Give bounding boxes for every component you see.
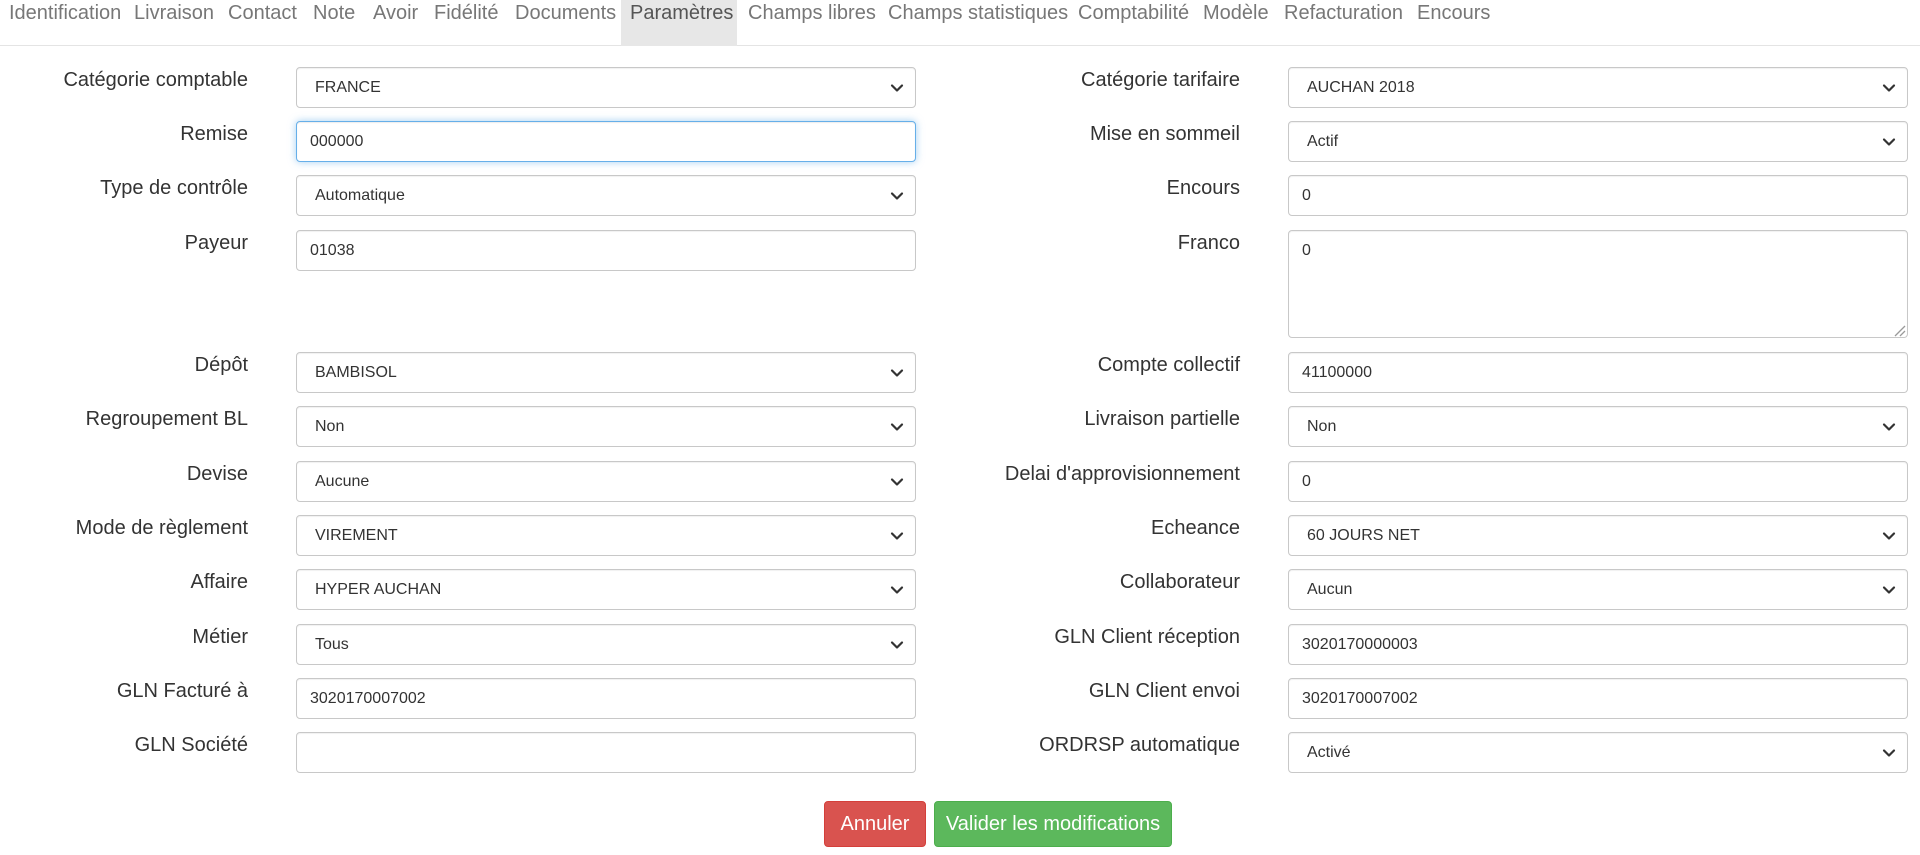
tab-modele[interactable]: Modèle	[1194, 0, 1278, 46]
label-delai-appro: Delai d'approvisionnement	[1004, 463, 1240, 485]
devise-value: Aucune	[315, 473, 370, 490]
chevron-down-icon	[889, 474, 905, 490]
categorie-tarifaire-select[interactable]: AUCHAN 2018	[1288, 67, 1908, 108]
ordrsp-auto-select[interactable]: Activé	[1288, 732, 1908, 773]
echeance-value: 60 JOURS NET	[1307, 527, 1420, 544]
payeur-input[interactable]	[296, 230, 916, 271]
label-gln-facture: GLN Facturé à	[116, 680, 248, 702]
remise-input[interactable]	[296, 121, 916, 162]
chevron-down-icon	[889, 80, 905, 96]
chevron-down-icon	[1881, 582, 1897, 598]
depot-select[interactable]: BAMBISOL	[296, 352, 916, 393]
gln-client-envoi-input[interactable]	[1288, 678, 1908, 719]
chevron-down-icon	[889, 188, 905, 204]
label-collaborateur: Collaborateur	[1119, 571, 1240, 593]
label-categorie-comptable: Catégorie comptable	[63, 69, 248, 91]
tab-documents[interactable]: Documents	[506, 0, 625, 46]
label-type-controle: Type de contrôle	[100, 177, 248, 199]
label-ordrsp-auto: ORDRSP automatique	[1039, 734, 1240, 756]
label-encours: Encours	[1166, 177, 1240, 199]
chevron-down-icon	[889, 365, 905, 381]
label-devise: Devise	[186, 463, 248, 485]
metier-value: Tous	[315, 636, 349, 653]
affaire-value: HYPER AUCHAN	[315, 581, 442, 598]
type-controle-select[interactable]: Automatique	[296, 175, 916, 216]
label-gln-societe: GLN Société	[134, 734, 248, 756]
regroupement-bl-select[interactable]: Non	[296, 406, 916, 447]
tab-livraison[interactable]: Livraison	[125, 0, 223, 46]
tab-encours[interactable]: Encours	[1408, 0, 1499, 46]
label-categorie-tarifaire: Catégorie tarifaire	[1081, 69, 1240, 91]
metier-select[interactable]: Tous	[296, 624, 916, 665]
tab-refacturation[interactable]: Refacturation	[1275, 0, 1412, 46]
tab-champs-statistiques[interactable]: Champs statistiques	[879, 0, 1077, 46]
categorie-comptable-select[interactable]: FRANCE	[296, 67, 916, 108]
label-remise: Remise	[180, 123, 248, 145]
submit-button[interactable]: Valider les modifications	[934, 801, 1172, 847]
delai-appro-input[interactable]	[1288, 461, 1908, 502]
label-gln-client-reception: GLN Client réception	[1054, 626, 1240, 648]
label-mise-en-sommeil: Mise en sommeil	[1089, 123, 1240, 145]
tab-champs-libres[interactable]: Champs libres	[739, 0, 885, 46]
label-affaire: Affaire	[190, 571, 248, 593]
collaborateur-value: Aucun	[1307, 581, 1353, 598]
affaire-select[interactable]: HYPER AUCHAN	[296, 569, 916, 610]
categorie-comptable-value: FRANCE	[315, 79, 381, 96]
type-controle-value: Automatique	[315, 187, 405, 204]
label-regroupement-bl: Regroupement BL	[85, 408, 248, 430]
livraison-partielle-value: Non	[1307, 418, 1337, 435]
mode-reglement-value: VIREMENT	[315, 527, 398, 544]
tab-parametres[interactable]: Paramètres	[621, 0, 737, 46]
chevron-down-icon	[889, 582, 905, 598]
cancel-button[interactable]: Annuler	[824, 801, 926, 847]
tab-identification[interactable]: Identification	[0, 0, 130, 46]
label-franco: Franco	[1177, 232, 1240, 254]
chevron-down-icon	[1881, 134, 1897, 150]
echeance-select[interactable]: 60 JOURS NET	[1288, 515, 1908, 556]
regroupement-bl-value: Non	[315, 418, 345, 435]
compte-collectif-input[interactable]	[1288, 352, 1908, 393]
label-payeur: Payeur	[184, 232, 248, 254]
gln-facture-input[interactable]	[296, 678, 916, 719]
label-compte-collectif: Compte collectif	[1097, 354, 1240, 376]
livraison-partielle-select[interactable]: Non	[1288, 406, 1908, 447]
mise-en-sommeil-select[interactable]: Actif	[1288, 121, 1908, 162]
chevron-down-icon	[889, 637, 905, 653]
label-livraison-partielle: Livraison partielle	[1084, 408, 1240, 430]
label-gln-client-envoi: GLN Client envoi	[1088, 680, 1240, 702]
franco-textarea[interactable]: 0	[1288, 230, 1908, 338]
tab-fidelite[interactable]: Fidélité	[425, 0, 507, 46]
chevron-down-icon	[1881, 745, 1897, 761]
mode-reglement-select[interactable]: VIREMENT	[296, 515, 916, 556]
devise-select[interactable]: Aucune	[296, 461, 916, 502]
chevron-down-icon	[889, 419, 905, 435]
ordrsp-auto-value: Activé	[1307, 744, 1351, 761]
label-echeance: Echeance	[1151, 517, 1240, 539]
resize-grip-icon[interactable]	[1892, 323, 1906, 337]
label-mode-reglement: Mode de règlement	[75, 517, 248, 539]
label-metier: Métier	[192, 626, 248, 648]
gln-client-reception-input[interactable]	[1288, 624, 1908, 665]
tab-comptabilite[interactable]: Comptabilité	[1069, 0, 1198, 46]
label-depot: Dépôt	[194, 354, 248, 376]
tab-note[interactable]: Note	[304, 0, 364, 46]
tab-avoir[interactable]: Avoir	[364, 0, 427, 46]
gln-societe-input[interactable]	[296, 732, 916, 773]
chevron-down-icon	[889, 528, 905, 544]
depot-value: BAMBISOL	[315, 364, 397, 381]
encours-input[interactable]	[1288, 175, 1908, 216]
categorie-tarifaire-value: AUCHAN 2018	[1307, 79, 1415, 96]
collaborateur-select[interactable]: Aucun	[1288, 569, 1908, 610]
tab-contact[interactable]: Contact	[219, 0, 306, 46]
chevron-down-icon	[1881, 80, 1897, 96]
mise-en-sommeil-value: Actif	[1307, 133, 1339, 150]
tab-bar: Identification Livraison Contact Note Av…	[0, 0, 1920, 46]
chevron-down-icon	[1881, 528, 1897, 544]
chevron-down-icon	[1881, 419, 1897, 435]
